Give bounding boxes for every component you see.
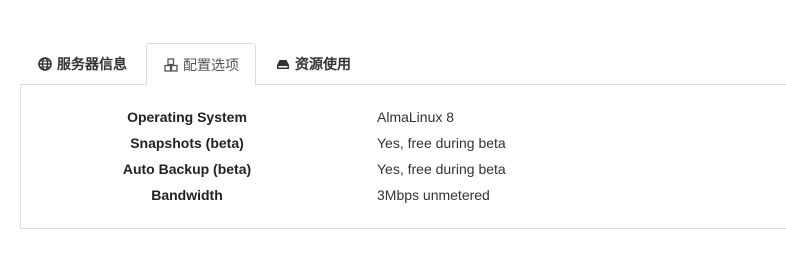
tab-server-info-label: 服务器信息 — [57, 56, 127, 72]
config-value: AlmaLinux 8 — [377, 109, 455, 125]
config-value: Yes, free during beta — [377, 135, 506, 151]
config-value: Yes, free during beta — [377, 161, 506, 177]
config-label: Bandwidth — [151, 187, 223, 203]
drive-icon — [276, 57, 290, 71]
tab-config-options[interactable]: 配置选项 — [146, 43, 256, 86]
tab-strip: 服务器信息 配置选项 资源使用 — [20, 43, 786, 86]
cubes-icon — [164, 57, 178, 72]
globe-icon — [38, 57, 52, 71]
config-label: Snapshots (beta) — [130, 135, 244, 151]
server-details-view: 服务器信息 配置选项 资源使用 Operating System AlmaLin… — [0, 0, 786, 254]
config-label: Auto Backup (beta) — [122, 161, 252, 177]
config-row: Operating System AlmaLinux 8 — [21, 104, 786, 130]
tab-resource-usage-label: 资源使用 — [295, 56, 351, 72]
config-row: Bandwidth 3Mbps unmetered — [21, 182, 786, 208]
config-label: Operating System — [127, 109, 247, 125]
config-value: 3Mbps unmetered — [377, 187, 490, 203]
tab-server-info[interactable]: 服务器信息 — [38, 43, 127, 85]
config-row: Snapshots (beta) Yes, free during beta — [21, 130, 786, 156]
config-panel: Operating System AlmaLinux 8 Snapshots (… — [20, 84, 786, 229]
tab-resource-usage[interactable]: 资源使用 — [276, 43, 351, 85]
config-row: Auto Backup (beta) Yes, free during beta — [21, 156, 786, 182]
tab-config-options-label: 配置选项 — [183, 56, 239, 73]
